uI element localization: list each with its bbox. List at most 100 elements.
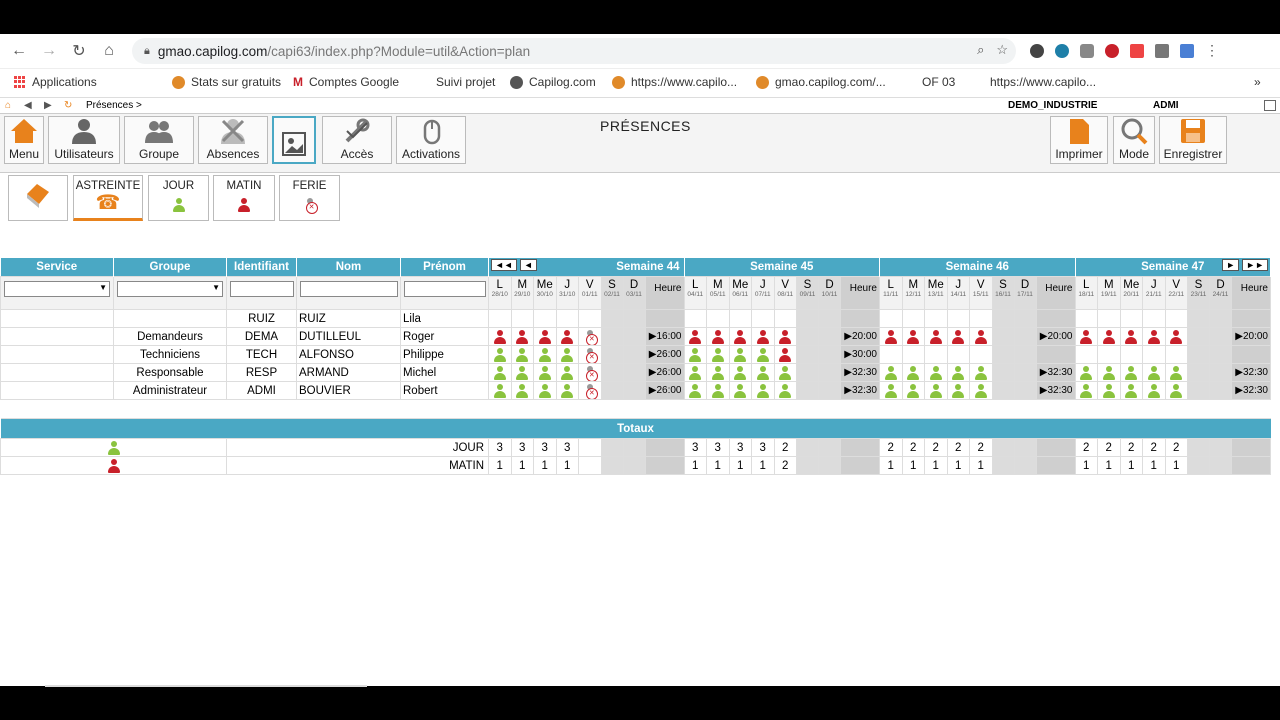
- day-cell[interactable]: [1209, 345, 1232, 364]
- day-cell[interactable]: [991, 309, 1015, 328]
- extension-icon[interactable]: [1030, 43, 1044, 58]
- bookmark-apps[interactable]: Applications: [14, 75, 97, 89]
- day-cell[interactable]: [751, 345, 775, 364]
- day-cell[interactable]: [600, 345, 624, 364]
- next-week-button[interactable]: ►: [1222, 259, 1240, 271]
- day-cell[interactable]: [946, 363, 970, 382]
- service-select[interactable]: [4, 281, 110, 297]
- star-icon[interactable]: ☆: [996, 42, 1008, 58]
- day-cell[interactable]: [1013, 309, 1037, 328]
- day-cell[interactable]: [879, 345, 903, 364]
- eraser-button[interactable]: [8, 175, 68, 221]
- bookmark-item[interactable]: M Comptes Google: [293, 75, 399, 89]
- day-cell[interactable]: [991, 345, 1015, 364]
- day-cell[interactable]: [728, 327, 752, 346]
- day-cell[interactable]: [706, 309, 730, 328]
- day-cell[interactable]: [969, 327, 993, 346]
- day-cell[interactable]: [533, 345, 557, 364]
- extension-icon[interactable]: [1055, 43, 1069, 58]
- day-cell[interactable]: [991, 363, 1015, 382]
- day-cell[interactable]: [1209, 363, 1232, 382]
- day-cell[interactable]: [600, 381, 624, 400]
- extension-icon[interactable]: [1155, 43, 1169, 58]
- day-cell[interactable]: [818, 381, 841, 400]
- day-cell[interactable]: [751, 327, 775, 346]
- day-cell[interactable]: [578, 327, 602, 346]
- day-cell[interactable]: [773, 345, 797, 364]
- day-cell[interactable]: [510, 327, 534, 346]
- day-cell[interactable]: [1097, 345, 1121, 364]
- day-cell[interactable]: [622, 363, 646, 382]
- day-cell[interactable]: [622, 381, 646, 400]
- day-cell[interactable]: [510, 381, 534, 400]
- planning-button[interactable]: [272, 116, 316, 164]
- day-cell[interactable]: [683, 309, 707, 328]
- day-cell[interactable]: [751, 381, 775, 400]
- day-cell[interactable]: [706, 381, 730, 400]
- day-cell[interactable]: [946, 327, 970, 346]
- day-cell[interactable]: [1164, 363, 1188, 382]
- table-row[interactable]: ResponsableRESPARMANDMichel ▶26:00 ▶32:30 ▶…: [0, 363, 1271, 382]
- activations-button[interactable]: Activations: [396, 116, 466, 164]
- day-cell[interactable]: [924, 381, 948, 400]
- last-week-button[interactable]: ►►: [1242, 259, 1268, 271]
- nom-input[interactable]: [299, 281, 398, 297]
- day-cell[interactable]: [622, 327, 646, 346]
- day-cell[interactable]: [1142, 309, 1166, 328]
- day-cell[interactable]: [796, 309, 819, 328]
- day-cell[interactable]: [773, 381, 797, 400]
- day-cell[interactable]: [706, 363, 730, 382]
- day-cell[interactable]: [728, 345, 752, 364]
- day-cell[interactable]: [1142, 381, 1166, 400]
- day-cell[interactable]: [818, 345, 841, 364]
- table-row[interactable]: RUIZ RUIZ Lila: [0, 309, 1271, 328]
- menu-icon[interactable]: ⋮: [1205, 42, 1219, 59]
- day-cell[interactable]: [728, 363, 752, 382]
- day-cell[interactable]: [818, 363, 841, 382]
- home-icon[interactable]: ⌂: [5, 100, 11, 111]
- zoom-icon[interactable]: ⌕: [977, 42, 984, 58]
- day-cell[interactable]: [488, 345, 512, 364]
- day-cell[interactable]: [1119, 345, 1143, 364]
- bookmark-item[interactable]: gmao.capilog.com/...: [756, 75, 886, 89]
- day-cell[interactable]: [622, 345, 646, 364]
- day-cell[interactable]: [969, 309, 993, 328]
- day-cell[interactable]: [1097, 309, 1121, 328]
- day-cell[interactable]: [1187, 327, 1210, 346]
- day-cell[interactable]: [924, 327, 948, 346]
- day-cell[interactable]: [600, 327, 624, 346]
- day-cell[interactable]: [1209, 327, 1232, 346]
- day-cell[interactable]: [555, 309, 579, 328]
- table-row[interactable]: AdministrateurADMIBOUVIERRobert ▶26:00 ▶32…: [0, 381, 1271, 400]
- day-cell[interactable]: [946, 309, 970, 328]
- day-cell[interactable]: [991, 381, 1015, 400]
- bookmark-item[interactable]: Suivi projet: [436, 75, 495, 89]
- day-cell[interactable]: [924, 363, 948, 382]
- day-cell[interactable]: [969, 381, 993, 400]
- day-cell[interactable]: [1209, 381, 1232, 400]
- day-cell[interactable]: [555, 363, 579, 382]
- day-cell[interactable]: [1187, 345, 1210, 364]
- filter-astreinte[interactable]: ASTREINTE ☎: [73, 175, 143, 221]
- day-cell[interactable]: [969, 363, 993, 382]
- day-cell[interactable]: [488, 381, 512, 400]
- day-cell[interactable]: [510, 345, 534, 364]
- day-cell[interactable]: [901, 363, 925, 382]
- day-cell[interactable]: [901, 327, 925, 346]
- day-cell[interactable]: [1074, 327, 1098, 346]
- day-cell[interactable]: [1119, 327, 1143, 346]
- bookmark-item[interactable]: https://www.capilo...: [990, 75, 1096, 89]
- bookmark-item[interactable]: https://www.capilo...: [612, 75, 737, 89]
- day-cell[interactable]: [901, 345, 925, 364]
- extension-icon[interactable]: [1180, 43, 1194, 58]
- day-cell[interactable]: [1097, 327, 1121, 346]
- print-button[interactable]: Imprimer: [1050, 116, 1108, 164]
- day-cell[interactable]: [796, 363, 819, 382]
- day-cell[interactable]: [578, 345, 602, 364]
- table-row[interactable]: DemandeursDEMADUTILLEULRoger ▶16:00 ▶20:00…: [0, 327, 1271, 346]
- day-cell[interactable]: [1074, 345, 1098, 364]
- day-cell[interactable]: [901, 309, 925, 328]
- day-cell[interactable]: [818, 309, 841, 328]
- day-cell[interactable]: [1164, 345, 1188, 364]
- more-bookmarks-icon[interactable]: »: [1254, 75, 1261, 89]
